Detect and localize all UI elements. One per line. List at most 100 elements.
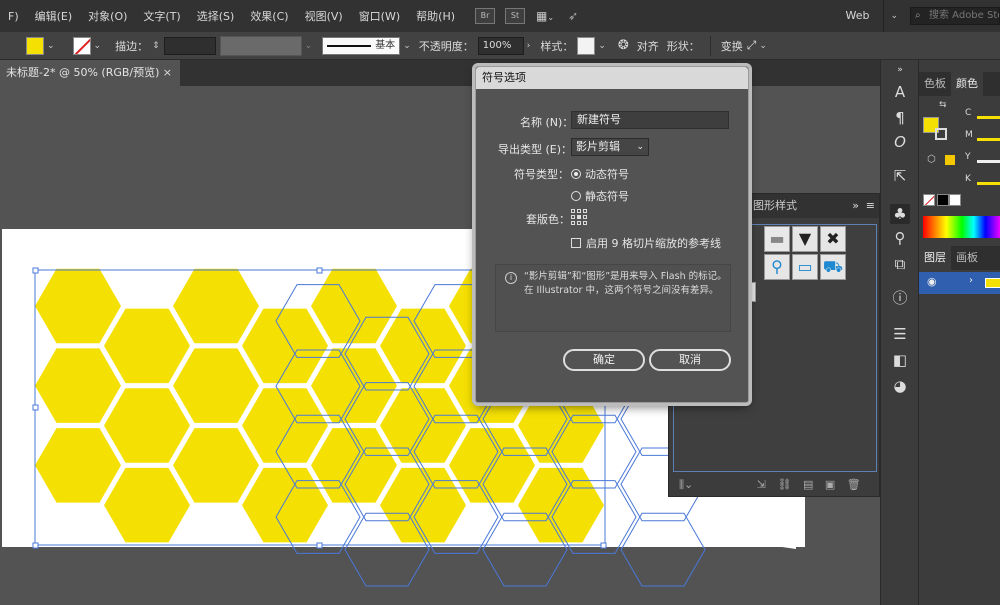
- visibility-eye-icon[interactable]: ◉: [927, 275, 937, 288]
- document-tab[interactable]: 未标题-2* @ 50% (RGB/预览) ×: [0, 60, 180, 86]
- profile-dropdown-icon[interactable]: ⌄: [305, 41, 313, 51]
- info-panel-icon[interactable]: ⓘ: [890, 288, 910, 308]
- ok-button[interactable]: 确定: [563, 349, 645, 371]
- symbol-slider-icon[interactable]: ▬: [764, 226, 790, 252]
- symbol-card-icon[interactable]: ▭: [792, 254, 818, 280]
- yellow-hexagon: [104, 388, 190, 463]
- symbol-cart-icon[interactable]: ⛟: [820, 254, 846, 280]
- symbol-options-icon[interactable]: ▤: [803, 478, 813, 491]
- menu-file[interactable]: F): [0, 10, 27, 23]
- transform-button[interactable]: 变换: [721, 38, 743, 54]
- color-spectrum[interactable]: [923, 216, 1000, 238]
- character-panel-icon[interactable]: A: [890, 82, 910, 102]
- opacity-arrow-icon[interactable]: ›: [527, 41, 531, 51]
- bridge-button[interactable]: Br: [475, 8, 496, 24]
- black-color-box[interactable]: [937, 194, 949, 206]
- menu-help[interactable]: 帮助(H): [408, 8, 463, 24]
- fill-dropdown-icon[interactable]: ⌄: [47, 41, 55, 51]
- static-symbol-label: 静态符号: [585, 190, 629, 203]
- workspace-switcher[interactable]: Web: [831, 0, 885, 32]
- opentype-panel-icon[interactable]: O: [890, 132, 910, 152]
- graphic-style-swatch[interactable]: [577, 36, 596, 55]
- export-type-select[interactable]: 影片剪辑 ⌄: [571, 138, 649, 156]
- brush-dropdown-icon[interactable]: ⌄: [403, 41, 411, 51]
- magenta-slider[interactable]: [977, 138, 1000, 141]
- chevron-down-icon: ⌄: [636, 142, 644, 152]
- gradient-panel-icon[interactable]: ◧: [890, 350, 910, 370]
- layer-row[interactable]: ◉ ›: [919, 272, 1000, 294]
- stock-button[interactable]: St: [505, 8, 526, 24]
- control-menu-icon[interactable]: ⌄: [759, 41, 767, 51]
- export-panel-icon[interactable]: ⇱: [890, 166, 910, 186]
- brushes-panel-icon[interactable]: ⚲: [890, 228, 910, 248]
- brush-definition[interactable]: 基本: [322, 36, 401, 55]
- tab-layers[interactable]: 图层: [919, 246, 951, 270]
- gamut-warning-icon[interactable]: ⬡: [927, 154, 936, 165]
- variable-width-profile[interactable]: [219, 35, 302, 56]
- menu-object[interactable]: 对象(O): [80, 8, 135, 24]
- fill-color-swatch[interactable]: [26, 36, 44, 55]
- yellow-slider[interactable]: [977, 160, 1000, 163]
- stroke-weight-input[interactable]: [163, 36, 216, 55]
- workspace-dropdown-icon[interactable]: ⌄: [890, 11, 898, 21]
- gpu-rocket-icon[interactable]: ➶: [568, 9, 578, 23]
- break-link-icon[interactable]: ⛓: [778, 478, 792, 491]
- menu-effect[interactable]: 效果(C): [242, 8, 296, 24]
- cancel-button[interactable]: 取消: [649, 349, 731, 371]
- tab-color[interactable]: 颜色: [951, 72, 983, 96]
- symbol-dropdown-icon[interactable]: ▼: [792, 226, 818, 252]
- stroke-color-swatch[interactable]: [72, 36, 91, 55]
- paragraph-panel-icon[interactable]: ¶: [890, 108, 910, 128]
- dynamic-symbol-radio[interactable]: 动态符号: [571, 166, 629, 182]
- gamut-swatch[interactable]: [945, 155, 955, 165]
- symbols-panel-icon[interactable]: ♣: [890, 204, 910, 224]
- place-symbol-icon[interactable]: ⇲: [757, 478, 766, 491]
- symbol-close-icon[interactable]: ✖: [820, 226, 846, 252]
- new-symbol-icon[interactable]: ▣: [825, 478, 835, 491]
- symbol-name-input[interactable]: 新建符号: [571, 111, 729, 129]
- export-type-label: 导出类型 (E)：: [498, 143, 573, 156]
- radio-dynamic-icon[interactable]: [571, 169, 581, 179]
- opacity-label[interactable]: 不透明度：: [419, 38, 474, 54]
- collapse-panels-icon[interactable]: »: [890, 60, 910, 80]
- panel-expand-icon[interactable]: »: [852, 194, 859, 218]
- recolor-artwork-icon[interactable]: ❂: [618, 38, 629, 53]
- nine-slice-checkbox[interactable]: 启用 9 格切片缩放的参考线: [571, 235, 721, 251]
- delete-symbol-icon[interactable]: 🗑: [847, 478, 861, 491]
- panel-menu-icon[interactable]: ≡: [866, 194, 875, 218]
- stroke-stepper-icon[interactable]: ⇕: [152, 41, 160, 51]
- stroke-dropdown-icon[interactable]: ⌄: [94, 41, 102, 51]
- expand-layer-icon[interactable]: ›: [969, 275, 973, 286]
- white-color-box[interactable]: [949, 194, 961, 206]
- menu-select[interactable]: 选择(S): [189, 8, 243, 24]
- checkbox-icon[interactable]: [571, 238, 581, 248]
- align-panel-icon[interactable]: ☰: [890, 324, 910, 344]
- symbol-libraries-icon[interactable]: ⫼⌄: [679, 478, 693, 491]
- opacity-input[interactable]: 100%: [477, 36, 524, 55]
- registration-grid-icon[interactable]: [571, 209, 587, 225]
- close-icon[interactable]: ×: [163, 60, 172, 86]
- cyan-slider[interactable]: [977, 116, 1000, 119]
- menu-type[interactable]: 文字(T): [135, 8, 188, 24]
- symbol-magnifier-icon[interactable]: ⚲: [764, 254, 790, 280]
- tab-swatches[interactable]: 色板: [919, 72, 951, 96]
- align-button[interactable]: 对齐: [637, 38, 659, 54]
- shape-label[interactable]: 形状：: [667, 38, 700, 54]
- black-slider[interactable]: [977, 182, 1000, 185]
- asset-export-icon[interactable]: ⧉: [890, 254, 910, 274]
- menu-view[interactable]: 视图(V): [297, 8, 351, 24]
- isolate-selection-icon[interactable]: ⤢: [747, 38, 757, 53]
- none-color-box[interactable]: [923, 194, 935, 206]
- search-stock-input[interactable]: ⌕ 搜索 Adobe Stock: [910, 7, 1000, 25]
- menu-edit[interactable]: 编辑(E): [27, 8, 81, 24]
- static-symbol-radio[interactable]: 静态符号: [571, 188, 629, 204]
- swap-colors-icon[interactable]: ⇆: [939, 100, 947, 110]
- tab-artboards[interactable]: 画板: [951, 246, 983, 270]
- arrange-documents-icon[interactable]: ▦⌄: [536, 9, 554, 23]
- transparency-panel-icon[interactable]: ◕: [890, 376, 910, 396]
- menu-window[interactable]: 窗口(W): [351, 8, 408, 24]
- channel-c-label: C: [965, 108, 972, 118]
- style-dropdown-icon[interactable]: ⌄: [598, 41, 606, 51]
- radio-static-icon[interactable]: [571, 191, 581, 201]
- tab-graphic-styles[interactable]: 图形样式: [753, 199, 797, 212]
